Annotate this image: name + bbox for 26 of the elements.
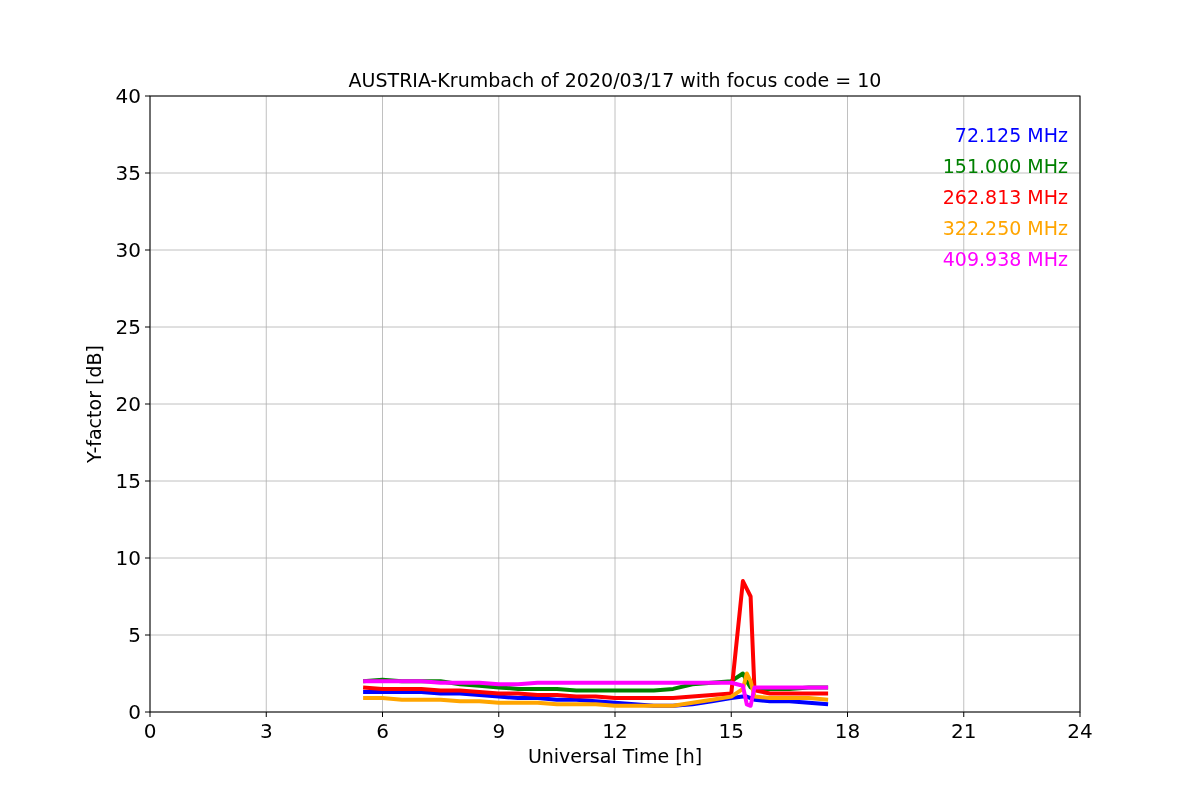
- x-tick-label: 9: [492, 719, 506, 743]
- y-tick-label: 25: [115, 315, 141, 339]
- y-tick-label: 10: [115, 546, 141, 570]
- y-tick-label: 0: [128, 700, 141, 724]
- x-tick-label: 18: [834, 719, 861, 743]
- y-tick-label: 15: [115, 469, 141, 493]
- legend-label: 151.000 MHz: [942, 155, 1068, 177]
- legend-label: 262.813 MHz: [942, 186, 1068, 208]
- x-tick-label: 24: [1067, 719, 1093, 743]
- x-tick-label: 6: [376, 719, 389, 743]
- x-axis-label: Universal Time [h]: [527, 745, 703, 767]
- y-tick-label: 30: [115, 238, 141, 262]
- y-tick-label: 35: [115, 161, 141, 185]
- x-tick-label: 15: [718, 719, 744, 743]
- x-tick-label: 0: [143, 719, 157, 743]
- y-tick-label: 20: [115, 392, 141, 416]
- legend-label: 322.250 MHz: [942, 217, 1068, 239]
- y-tick-label: 5: [128, 623, 141, 647]
- x-tick-label: 12: [602, 719, 628, 743]
- legend-label: 72.125 MHz: [954, 124, 1068, 146]
- x-tick-label: 3: [259, 719, 273, 743]
- chart-title: AUSTRIA-Krumbach of 2020/03/17 with focus code = 10: [348, 69, 882, 91]
- x-tick-label: 21: [951, 719, 977, 743]
- legend-label: 409.938 MHz: [942, 248, 1068, 270]
- y-tick-label: 40: [115, 84, 141, 108]
- y-axis-label: Y-factor [dB]: [83, 345, 105, 463]
